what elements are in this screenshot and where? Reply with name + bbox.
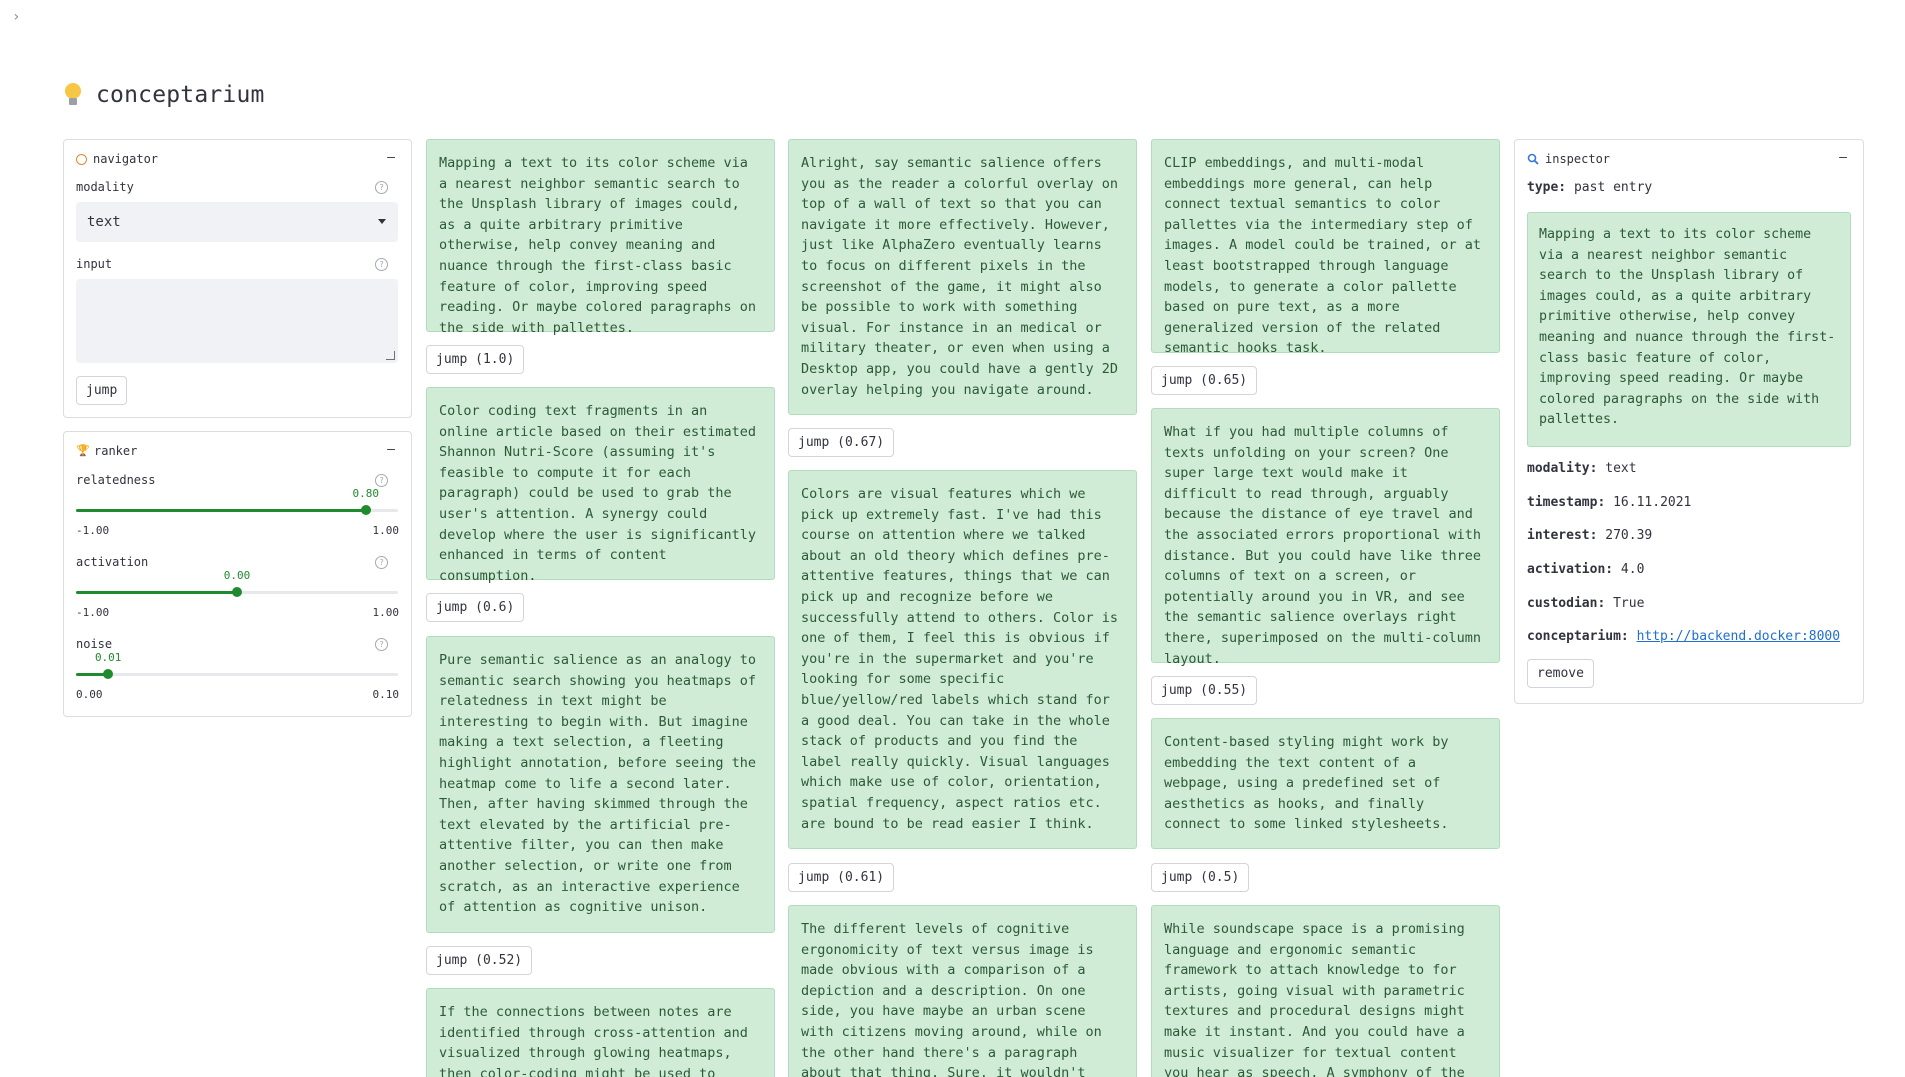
relatedness-max: 1.00 — [372, 524, 400, 537]
interest-row: interest: 270.39 — [1527, 528, 1652, 543]
slider-track — [76, 673, 398, 676]
noise-min: 0.00 — [76, 688, 103, 701]
result-card[interactable]: Content-based styling might work by embe… — [1151, 718, 1500, 849]
type-value: past entry — [1573, 180, 1653, 195]
activation-help-icon[interactable]: ? — [375, 556, 388, 569]
modality-select[interactable]: text — [76, 202, 398, 242]
compass-icon — [76, 153, 87, 165]
magnifier-icon — [1527, 153, 1539, 165]
inspector-panel: inspector – type: past entry Mapping a t… — [1514, 139, 1864, 704]
modality-label: modality — [76, 180, 134, 194]
slider-thumb[interactable] — [103, 669, 114, 679]
jump-result-button[interactable]: jump (0.67) — [788, 428, 895, 457]
activation-slider[interactable]: 0.00 — [76, 569, 398, 604]
result-card[interactable]: If the connections between notes are ide… — [426, 988, 775, 1077]
noise-slider[interactable]: 0.01 — [76, 651, 398, 686]
custodian-key: custodian: — [1527, 596, 1606, 611]
inspector-title: inspector — [1545, 152, 1611, 166]
inspector-collapse-button[interactable]: – — [1839, 150, 1847, 165]
trophy-icon: 🏆 — [76, 444, 90, 457]
result-card[interactable]: Pure semantic salience as an analogy to … — [426, 636, 775, 933]
input-label: input — [76, 257, 113, 271]
slider-fill — [76, 509, 366, 512]
conceptarium-row: conceptarium: http://backend.docker:8000 — [1527, 629, 1840, 644]
modality-row: modality: text — [1527, 461, 1637, 476]
conceptarium-link[interactable]: http://backend.docker:8000 — [1637, 629, 1841, 644]
inspector-content: Mapping a text to its color scheme via a… — [1527, 212, 1851, 447]
slider-thumb[interactable] — [232, 587, 242, 597]
timestamp-value: 16.11.2021 — [1613, 495, 1692, 510]
input-textarea[interactable] — [76, 279, 398, 363]
result-card[interactable]: Mapping a text to its color scheme via a… — [426, 139, 775, 336]
jump-button[interactable]: jump — [76, 376, 128, 405]
jump-result-button[interactable]: jump (0.52) — [426, 946, 533, 975]
modality-key: modality: — [1527, 461, 1598, 476]
lightbulb-icon — [64, 83, 82, 107]
modality-help-icon[interactable]: ? — [375, 181, 388, 194]
jump-result-button[interactable]: jump (0.5) — [1151, 863, 1250, 892]
type-row: type: past entry — [1527, 180, 1652, 195]
type-key: type: — [1527, 180, 1567, 195]
jump-result-button[interactable]: jump (0.65) — [1151, 366, 1258, 395]
navigator-panel: navigator – modality ? text input ? jump — [63, 139, 412, 418]
activation-value: 4.0 — [1620, 562, 1645, 577]
result-card[interactable]: Colors are visual features which we pick… — [788, 470, 1137, 849]
modality-value: text — [1605, 461, 1637, 476]
ranker-title: ranker — [94, 444, 138, 458]
jump-result-button[interactable]: jump (1.0) — [426, 345, 525, 374]
result-card[interactable]: Color coding text fragments in an online… — [426, 387, 775, 584]
jump-result-button[interactable]: jump (0.55) — [1151, 676, 1258, 705]
activation-key: activation: — [1527, 562, 1614, 577]
modality-select-value: text — [87, 214, 121, 230]
interest-value: 270.39 — [1605, 528, 1653, 543]
custodian-row: custodian: True — [1527, 596, 1644, 611]
slider-value: 0.80 — [352, 487, 380, 500]
jump-result-button[interactable]: jump (0.6) — [426, 593, 525, 622]
activation-max: 1.00 — [372, 606, 400, 619]
result-card[interactable]: CLIP embeddings, and multi-modal embeddi… — [1151, 139, 1500, 356]
relatedness-min: -1.00 — [76, 524, 110, 537]
jump-result-button[interactable]: jump (0.61) — [788, 863, 895, 892]
resize-handle-icon[interactable] — [386, 351, 395, 360]
result-card[interactable]: Alright, say semantic salience offers yo… — [788, 139, 1137, 415]
ranker-collapse-button[interactable]: – — [387, 442, 395, 457]
activation-label: activation — [76, 555, 149, 569]
relatedness-label: relatedness — [76, 473, 156, 487]
noise-help-icon[interactable]: ? — [375, 638, 388, 651]
slider-fill — [76, 591, 237, 594]
result-card[interactable]: The different levels of cognitive ergono… — [788, 905, 1137, 1077]
timestamp-key: timestamp: — [1527, 495, 1606, 510]
navigator-collapse-button[interactable]: – — [387, 150, 395, 165]
noise-label: noise — [76, 637, 113, 651]
relatedness-slider[interactable]: 0.80 — [76, 487, 398, 522]
inspector-header: inspector — [1527, 152, 1610, 166]
ranker-panel: 🏆 ranker – relatedness ? 0.80 -1.00 1.00… — [63, 431, 412, 717]
relatedness-help-icon[interactable]: ? — [375, 474, 388, 487]
slider-value: 0.00 — [223, 569, 251, 582]
noise-max: 0.10 — [372, 688, 400, 701]
chevron-down-icon — [378, 219, 386, 224]
page-title: conceptarium — [96, 82, 265, 108]
slider-thumb[interactable] — [360, 505, 371, 515]
conceptarium-key: conceptarium: — [1527, 629, 1629, 644]
activation-min: -1.00 — [76, 606, 110, 619]
navigator-title: navigator — [93, 152, 159, 166]
activation-row: activation: 4.0 — [1527, 562, 1644, 577]
page-header: conceptarium — [64, 82, 265, 108]
sidebar-expand-icon[interactable]: › — [12, 10, 26, 24]
slider-value: 0.01 — [94, 651, 122, 664]
custodian-value: True — [1613, 596, 1645, 611]
interest-key: interest: — [1527, 528, 1598, 543]
remove-button[interactable]: remove — [1527, 659, 1594, 688]
ranker-header: 🏆 ranker — [76, 444, 137, 458]
navigator-header: navigator — [76, 152, 158, 166]
result-card[interactable]: What if you had multiple columns of text… — [1151, 408, 1500, 667]
timestamp-row: timestamp: 16.11.2021 — [1527, 495, 1691, 510]
result-card[interactable]: While soundscape space is a promising la… — [1151, 905, 1500, 1077]
input-help-icon[interactable]: ? — [375, 258, 388, 271]
